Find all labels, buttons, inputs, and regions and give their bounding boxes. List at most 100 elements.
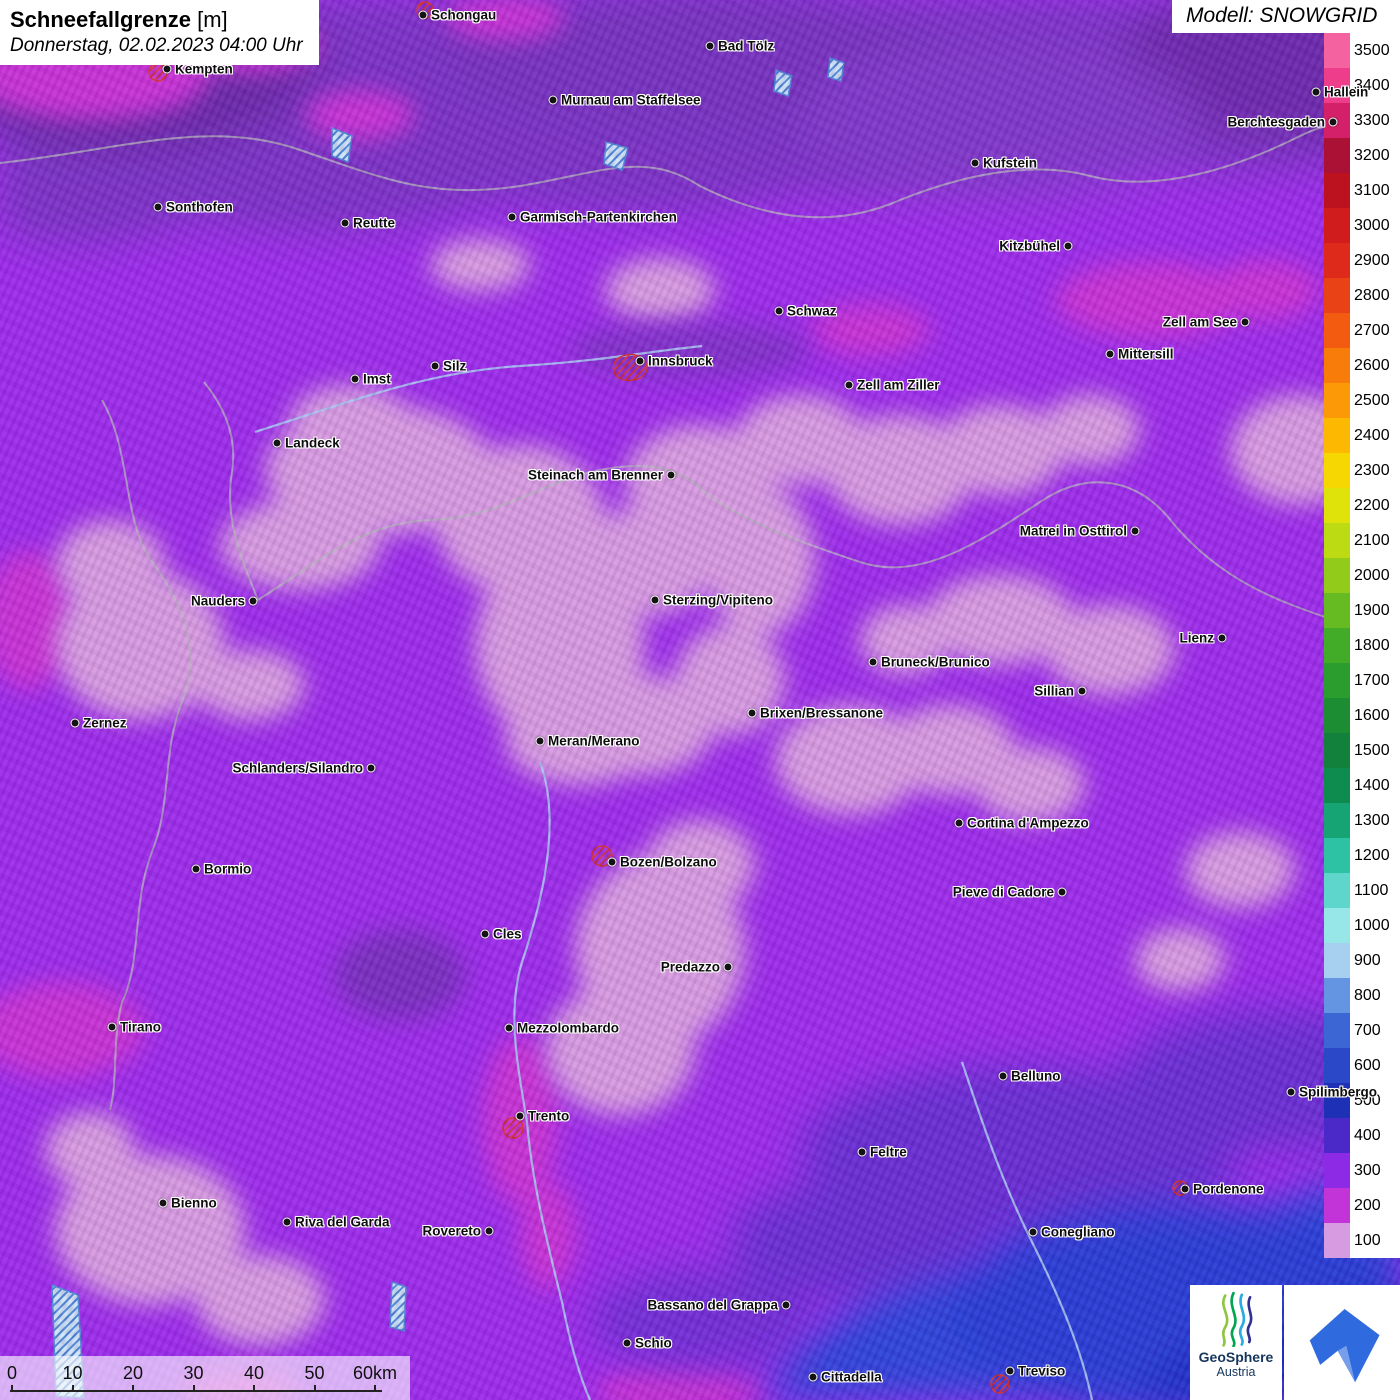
city-label: Bozen/Bolzano — [620, 855, 717, 870]
model-box: Modell: SNOWGRID — [1172, 0, 1400, 33]
city-label: Belluno — [1011, 1069, 1061, 1084]
city-label: Zell am Ziller — [857, 378, 940, 393]
city-dot — [724, 963, 733, 972]
city-label: Mezzolombardo — [517, 1021, 619, 1036]
city-dot — [351, 375, 360, 384]
city-dot — [775, 307, 784, 316]
title-box: Schneefallgrenze [m] Donnerstag, 02.02.2… — [0, 0, 319, 65]
page-title: Schneefallgrenze [m] — [10, 7, 303, 33]
city-dot — [273, 439, 282, 448]
city-dot — [431, 362, 440, 371]
scale-tick-label: 30 — [183, 1363, 203, 1384]
city-layer: SchongauBad TölzKemptenMurnau am Staffel… — [0, 0, 1400, 1400]
city-label: Sterzing/Vipiteno — [663, 593, 773, 608]
scale-tick-label: 10 — [62, 1363, 82, 1384]
scale-bar: 0102030405060km — [0, 1356, 410, 1400]
city-label: Landeck — [285, 436, 340, 451]
city-dot — [999, 1072, 1008, 1081]
city-label: Trento — [528, 1109, 569, 1124]
city-label: Imst — [363, 372, 391, 387]
city-dot — [367, 764, 376, 773]
model-label: Modell: SNOWGRID — [1186, 4, 1377, 27]
city-label: Schlanders/Silandro — [232, 761, 363, 776]
city-label: Predazzo — [661, 960, 720, 975]
city-label: Cles — [493, 927, 522, 942]
city-dot — [536, 737, 545, 746]
scale-tick-label: 20 — [123, 1363, 143, 1384]
city-dot — [1181, 1185, 1190, 1194]
city-dot — [706, 42, 715, 51]
city-label: Steinach am Brenner — [528, 468, 663, 483]
city-label: Conegliano — [1041, 1225, 1115, 1240]
city-dot — [1312, 88, 1321, 97]
city-dot — [1006, 1367, 1015, 1376]
city-dot — [651, 596, 660, 605]
city-label: Meran/Merano — [548, 734, 640, 749]
city-dot — [1078, 687, 1087, 696]
city-label: Zell am See — [1163, 315, 1237, 330]
geosphere-country: Austria — [1217, 1365, 1256, 1379]
scale-tick-mark — [193, 1385, 195, 1392]
city-label: Cittadella — [821, 1370, 882, 1385]
scale-line — [10, 1390, 382, 1392]
city-dot — [608, 858, 617, 867]
city-label: Feltre — [870, 1145, 907, 1160]
city-dot — [341, 219, 350, 228]
scale-tick-mark — [314, 1385, 316, 1392]
scale-tick-mark — [11, 1385, 13, 1392]
city-dot — [782, 1301, 791, 1310]
city-label: Berchtesgaden — [1227, 115, 1325, 130]
city-dot — [1064, 242, 1073, 251]
city-dot — [481, 930, 490, 939]
city-label: Schio — [635, 1336, 672, 1351]
city-dot — [869, 658, 878, 667]
city-label: Matrei in Osttirol — [1020, 524, 1127, 539]
scale-tick-label: 40 — [244, 1363, 264, 1384]
city-label: Reutte — [353, 216, 395, 231]
city-label: Hallein — [1324, 85, 1368, 100]
city-label: Lienz — [1179, 631, 1214, 646]
map-unit: [m] — [197, 7, 228, 32]
scale-tick-mark — [374, 1385, 376, 1392]
map-datetime: Donnerstag, 02.02.2023 04:00 Uhr — [10, 35, 303, 57]
city-dot — [283, 1218, 292, 1227]
partner-logo-box — [1284, 1285, 1400, 1400]
city-label: Schongau — [431, 8, 496, 23]
city-label: Bruneck/Brunico — [881, 655, 990, 670]
scale-tick-label: 0 — [7, 1363, 17, 1384]
city-label: Zernez — [83, 716, 127, 731]
city-label: Treviso — [1018, 1364, 1065, 1379]
city-dot — [154, 203, 163, 212]
city-dot — [108, 1023, 117, 1032]
city-dot — [1029, 1228, 1038, 1237]
geosphere-name: GeoSphere — [1199, 1349, 1274, 1365]
city-label: Mittersill — [1118, 347, 1174, 362]
city-dot — [1218, 634, 1227, 643]
city-label: Riva del Garda — [295, 1215, 390, 1230]
city-dot — [809, 1373, 818, 1382]
scale-tick-mark — [72, 1385, 74, 1392]
city-dot — [485, 1227, 494, 1236]
city-dot — [159, 1199, 168, 1208]
city-dot — [249, 597, 258, 606]
city-dot — [1058, 888, 1067, 897]
scale-tick-label: 50 — [304, 1363, 324, 1384]
city-dot — [955, 819, 964, 828]
city-dot — [549, 96, 558, 105]
city-label: Sonthofen — [166, 200, 233, 215]
city-dot — [748, 709, 757, 718]
city-dot — [1241, 318, 1250, 327]
city-label: Schwaz — [787, 304, 837, 319]
city-dot — [1287, 1088, 1296, 1097]
city-dot — [1106, 350, 1115, 359]
weather-map-stage: SchongauBad TölzKemptenMurnau am Staffel… — [0, 0, 1400, 1400]
city-dot — [845, 381, 854, 390]
city-dot — [858, 1148, 867, 1157]
city-label: Innsbruck — [648, 354, 713, 369]
city-label: Pordenone — [1193, 1182, 1264, 1197]
city-dot — [192, 865, 201, 874]
scale-tick-mark — [132, 1385, 134, 1392]
city-dot — [71, 719, 80, 728]
city-label: Rovereto — [422, 1224, 481, 1239]
city-label: Spilimbergo — [1299, 1085, 1377, 1100]
